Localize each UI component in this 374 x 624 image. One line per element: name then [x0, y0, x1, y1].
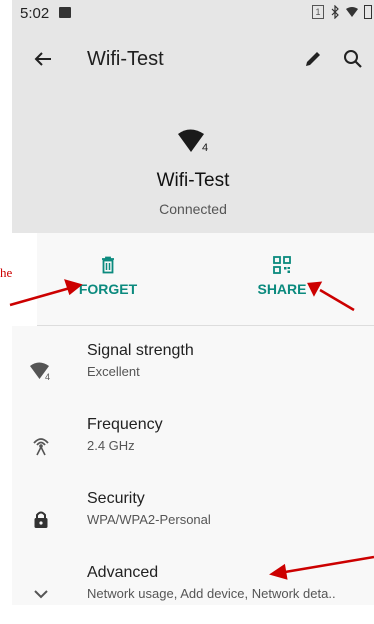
search-icon[interactable] [342, 48, 364, 70]
signal-badge: 4 [45, 372, 50, 382]
antenna-icon [33, 438, 49, 456]
battery-icon [364, 5, 372, 19]
bluetooth-icon [331, 5, 339, 19]
item-value: Network usage, Add device, Network deta.… [87, 586, 336, 601]
image-notification-icon [59, 7, 71, 18]
pencil-icon[interactable] [302, 48, 324, 70]
lock-icon [34, 511, 48, 528]
item-value: WPA/WPA2-Personal [87, 512, 211, 527]
item-title: Security [87, 490, 145, 507]
forget-button[interactable]: FORGET [78, 255, 138, 297]
qr-code-icon [273, 256, 291, 274]
list-item-frequency: Frequency 2.4 GHz [12, 416, 374, 476]
network-name: Wifi-Test [156, 170, 230, 191]
share-label: SHARE [257, 281, 307, 297]
list-item-advanced[interactable]: Advanced Network usage, Add device, Netw… [12, 564, 374, 624]
annotation-text: he [0, 265, 13, 280]
status-time: 5:02 [20, 5, 50, 22]
share-button[interactable]: SHARE [252, 255, 312, 297]
trash-icon [102, 256, 114, 274]
signal-level-badge: 4 [202, 142, 208, 154]
chevron-down-icon [34, 590, 48, 599]
list-item-security: Security WPA/WPA2-Personal [12, 490, 374, 550]
item-title: Frequency [87, 416, 163, 433]
wifi-signal-icon: 4 [30, 362, 50, 382]
back-arrow-icon[interactable] [30, 46, 56, 72]
sim-icon: 1 [312, 5, 324, 19]
page-title: Wifi-Test [87, 48, 164, 70]
item-title: Advanced [87, 564, 159, 581]
wifi-status-icon [346, 7, 358, 17]
wifi-signal-icon: 4 [178, 129, 208, 154]
item-value: 2.4 GHz [87, 438, 135, 453]
connection-status: Connected [159, 201, 227, 217]
item-title: Signal strength [87, 342, 194, 359]
status-icons: 1 [312, 5, 372, 19]
app-bar: Wifi-Test [12, 40, 374, 80]
status-bar: 5:02 1 [12, 0, 374, 26]
network-header-panel [12, 0, 374, 233]
list-item-signal-strength: 4 Signal strength Excellent [12, 342, 374, 402]
item-value: Excellent [87, 364, 140, 379]
forget-label: FORGET [78, 281, 138, 297]
